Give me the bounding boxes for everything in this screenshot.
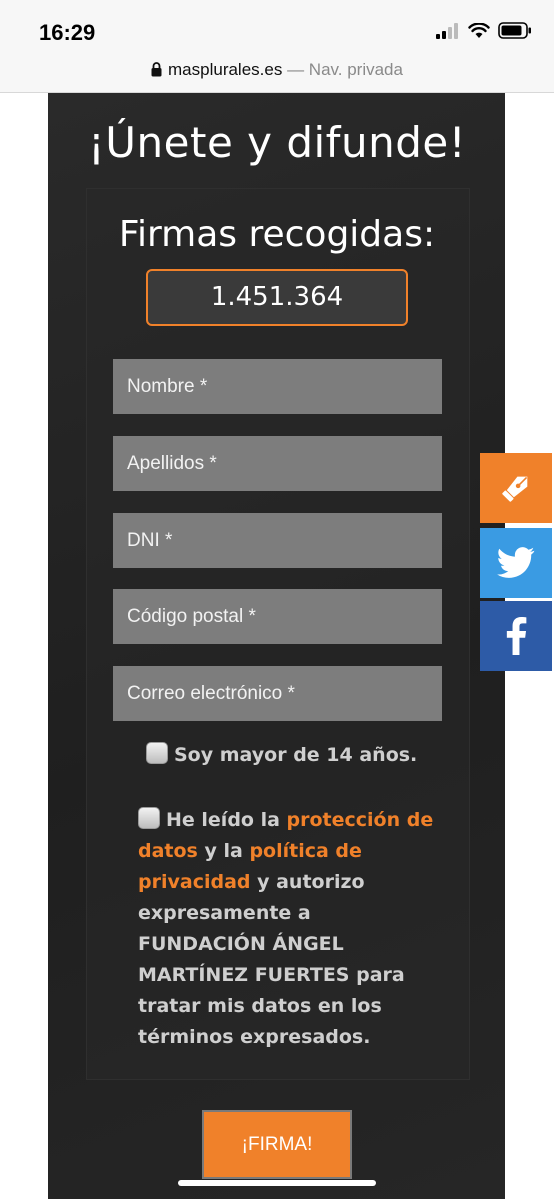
lock-icon bbox=[151, 62, 162, 77]
signatures-title: Firmas recogidas: bbox=[118, 214, 436, 255]
age-consent: Soy mayor de 14 años. bbox=[146, 742, 417, 766]
home-indicator bbox=[178, 1180, 376, 1186]
sign-share-button[interactable] bbox=[480, 453, 552, 523]
url-domain: masplurales.es bbox=[168, 60, 283, 79]
signatures-counter: 1.451.364 bbox=[146, 269, 408, 326]
legal-text-2: y la bbox=[197, 840, 250, 862]
facebook-share-button[interactable] bbox=[480, 601, 552, 671]
age-checkbox[interactable] bbox=[146, 742, 168, 764]
sign-button[interactable]: ¡FIRMA! bbox=[202, 1110, 352, 1179]
twitter-share-button[interactable] bbox=[480, 528, 552, 598]
wifi-icon bbox=[468, 22, 490, 38]
url-text[interactable]: masplurales.es — Nav. privada bbox=[0, 60, 554, 80]
url-bar[interactable]: masplurales.es — Nav. privada bbox=[0, 54, 554, 93]
facebook-icon bbox=[506, 617, 527, 655]
privacy-consent: He leído la protección de datos y la pol… bbox=[138, 805, 438, 1053]
status-bar: 16:29 bbox=[0, 0, 554, 54]
twitter-icon bbox=[497, 547, 535, 578]
postal-code-field[interactable]: Código postal * bbox=[113, 589, 442, 644]
first-name-field[interactable]: Nombre * bbox=[113, 359, 442, 414]
legal-text-1: He leído la bbox=[166, 809, 287, 831]
url-separator: — bbox=[282, 60, 309, 79]
dni-field[interactable]: DNI * bbox=[113, 513, 442, 568]
email-field[interactable]: Correo electrónico * bbox=[113, 666, 442, 721]
age-checkbox-label: Soy mayor de 14 años. bbox=[174, 744, 418, 766]
battery-icon bbox=[498, 22, 531, 39]
legal-text-3: y autorizo expresamente a FUNDACIÓN ÁNGE… bbox=[138, 871, 405, 1048]
status-time: 16:29 bbox=[39, 20, 96, 45]
signal-icon bbox=[436, 22, 458, 39]
private-mode-label: Nav. privada bbox=[308, 60, 403, 79]
privacy-checkbox[interactable] bbox=[138, 807, 160, 829]
page-heading: ¡Únete y difunde! bbox=[87, 118, 467, 167]
status-icons bbox=[436, 22, 532, 39]
pen-icon bbox=[502, 476, 528, 502]
last-name-field[interactable]: Apellidos * bbox=[113, 436, 442, 491]
